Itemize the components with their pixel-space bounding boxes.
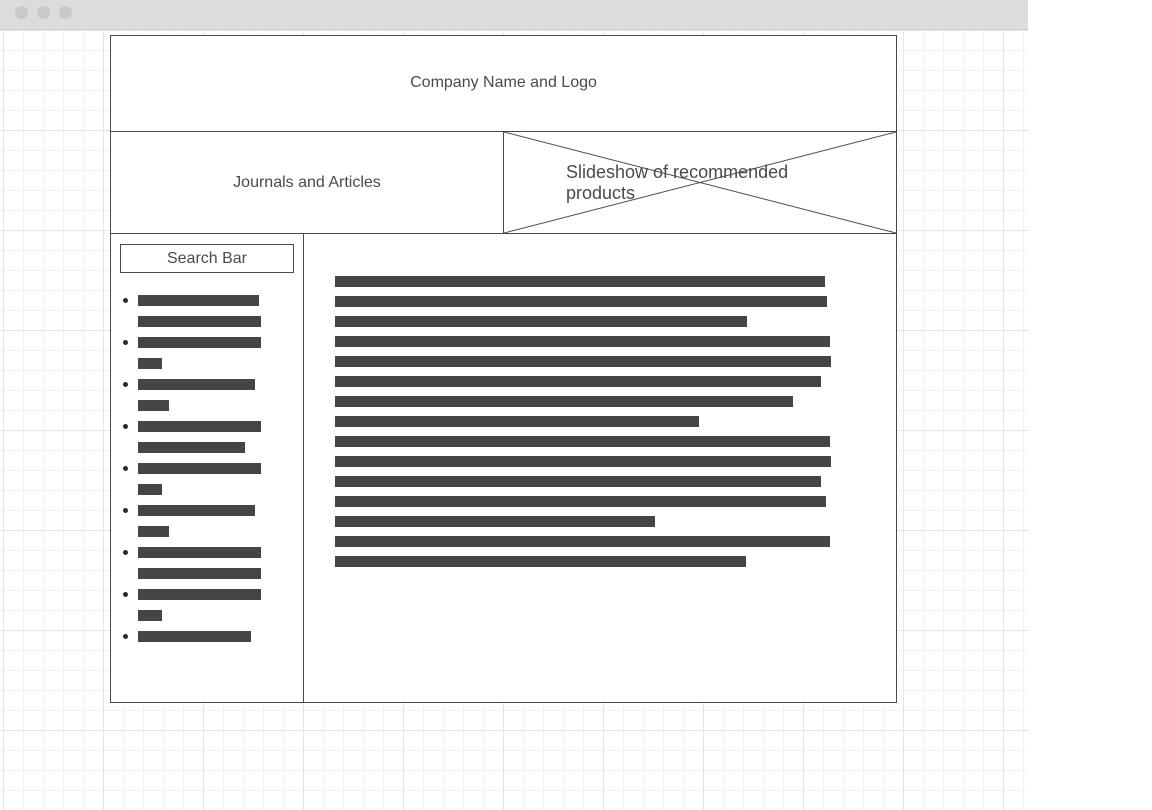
list-item-line[interactable]: [138, 484, 162, 495]
company-name-logo[interactable]: Company Name and Logo: [111, 74, 896, 92]
list-item-line[interactable]: [138, 295, 259, 306]
list-item-line[interactable]: [138, 589, 261, 600]
text-line: [335, 396, 793, 407]
journals-nav-box[interactable]: Journals and Articles: [110, 131, 504, 234]
list-item-line[interactable]: [138, 568, 261, 579]
list-item-line[interactable]: [138, 442, 245, 453]
list-item-line[interactable]: [138, 421, 261, 432]
search-bar[interactable]: Search Bar: [120, 244, 294, 273]
list-bullet: [123, 466, 128, 471]
list-item-line[interactable]: [138, 400, 169, 411]
list-item-line[interactable]: [138, 526, 169, 537]
list-item-line[interactable]: [138, 547, 261, 558]
list-item-line[interactable]: [138, 505, 255, 516]
text-line: [335, 276, 825, 287]
list-item-line[interactable]: [138, 463, 261, 474]
header-box: Company Name and Logo: [110, 35, 897, 132]
list-item-line[interactable]: [138, 337, 261, 348]
text-line: [335, 476, 821, 487]
slideshow-box[interactable]: Slideshow of recommended products: [503, 131, 897, 234]
list-bullet: [123, 340, 128, 345]
text-line: [335, 556, 746, 567]
list-bullet: [123, 508, 128, 513]
list-item-line[interactable]: [138, 379, 255, 390]
slideshow-label: Slideshow of recommended products: [566, 162, 789, 203]
text-line: [335, 516, 655, 527]
close-dot[interactable]: [15, 6, 28, 19]
text-line: [335, 416, 699, 427]
text-line: [335, 456, 831, 467]
text-line: [335, 296, 827, 307]
window-titlebar: [0, 0, 1028, 30]
list-item-line[interactable]: [138, 631, 251, 642]
list-bullet: [123, 634, 128, 639]
list-bullet: [123, 382, 128, 387]
list-item-line[interactable]: [138, 316, 261, 327]
text-line: [335, 316, 747, 327]
list-bullet: [123, 424, 128, 429]
text-line: [335, 496, 826, 507]
maximize-dot[interactable]: [59, 6, 72, 19]
search-bar-label: Search Bar: [166, 250, 248, 267]
journals-articles-label: Journals and Articles: [233, 174, 381, 191]
minimize-dot[interactable]: [37, 6, 50, 19]
list-item-line[interactable]: [138, 610, 162, 621]
text-line: [335, 356, 831, 367]
list-bullet: [123, 550, 128, 555]
list-bullet: [123, 298, 128, 303]
text-line: [335, 376, 821, 387]
text-line: [335, 336, 830, 347]
text-line: [335, 436, 830, 447]
list-bullet: [123, 592, 128, 597]
list-item-line[interactable]: [138, 358, 162, 369]
text-line: [335, 536, 830, 547]
